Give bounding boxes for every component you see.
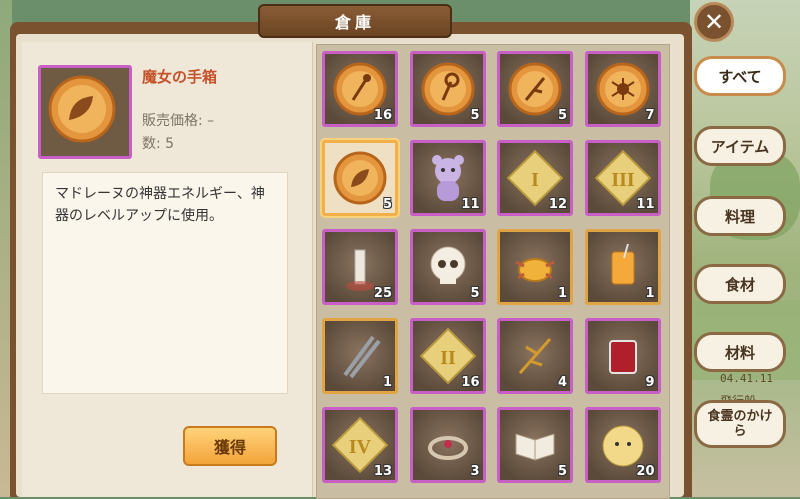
inventory-slot[interactable]: 5 bbox=[322, 140, 398, 216]
obtain-button[interactable]: 獲得 bbox=[183, 426, 277, 466]
inventory-grid[interactable]: 16 5 5 7 5 11 I 12 III 11 25 5 1 1 1 II 16 4 9 IV 13 3 5 20 bbox=[316, 44, 670, 499]
item-price: 販売価格: – bbox=[142, 113, 215, 129]
inventory-slot[interactable]: 5 bbox=[409, 51, 486, 127]
inventory-slot[interactable]: 5 bbox=[497, 407, 573, 483]
item-quantity: 9 bbox=[645, 375, 655, 390]
tab-4[interactable]: 材料 bbox=[694, 332, 786, 372]
item-quantity: 7 bbox=[645, 108, 655, 123]
item-description: マドレーヌの神器エネルギー、神器のレベルアップに使用。 bbox=[42, 172, 288, 394]
tab-2[interactable]: 料理 bbox=[694, 196, 786, 236]
close-button[interactable]: ✕ bbox=[694, 2, 734, 42]
inventory-slot[interactable]: IV 13 bbox=[322, 407, 398, 483]
item-count: 数: 5 bbox=[142, 136, 175, 152]
item-quantity: 13 bbox=[373, 464, 392, 479]
inventory-slot[interactable]: 5 bbox=[409, 229, 486, 305]
inventory-slot[interactable]: 11 bbox=[409, 140, 486, 216]
item-quantity: 1 bbox=[382, 375, 392, 390]
inventory-slot[interactable]: 1 bbox=[497, 229, 573, 305]
item-quantity: 5 bbox=[470, 108, 480, 123]
inventory-slot[interactable]: 3 bbox=[409, 407, 486, 483]
tab-0[interactable]: すべて bbox=[694, 56, 786, 96]
inventory-slot[interactable]: I 12 bbox=[497, 140, 573, 216]
inventory-slot[interactable]: 25 bbox=[322, 229, 398, 305]
inventory-slot[interactable]: 1 bbox=[584, 229, 661, 305]
item-quantity: 3 bbox=[470, 464, 480, 479]
selected-item-icon bbox=[38, 65, 132, 159]
svg-text:I: I bbox=[531, 169, 539, 191]
amber-orb-leaf-icon bbox=[48, 75, 116, 143]
inventory-slot[interactable]: 1 bbox=[322, 318, 398, 394]
item-quantity: 20 bbox=[636, 464, 655, 479]
svg-text:II: II bbox=[440, 347, 456, 369]
item-quantity: 4 bbox=[557, 375, 567, 390]
window-title: 倉庫 bbox=[258, 4, 452, 38]
inventory-slot[interactable]: II 16 bbox=[409, 318, 486, 394]
inventory-slot[interactable]: 20 bbox=[584, 407, 661, 483]
tab-3[interactable]: 食材 bbox=[694, 264, 786, 304]
inventory-slot[interactable]: III 11 bbox=[584, 140, 661, 216]
item-quantity: 16 bbox=[373, 108, 392, 123]
tab-5[interactable]: 食霊のかけら bbox=[694, 400, 786, 448]
item-quantity: 1 bbox=[645, 286, 655, 301]
item-quantity: 5 bbox=[470, 286, 480, 301]
item-quantity: 5 bbox=[382, 197, 392, 212]
inventory-slot[interactable]: 4 bbox=[497, 318, 573, 394]
item-quantity: 25 bbox=[373, 286, 392, 301]
item-quantity: 5 bbox=[557, 464, 567, 479]
inventory-slot[interactable]: 7 bbox=[584, 51, 661, 127]
map-timer-text: 04.41.11 bbox=[720, 372, 773, 385]
item-quantity: 11 bbox=[461, 197, 480, 212]
item-name: 魔女の手箱 bbox=[142, 68, 218, 86]
item-quantity: 16 bbox=[461, 375, 480, 390]
inventory-slot[interactable]: 9 bbox=[584, 318, 661, 394]
inventory-slot[interactable]: 16 bbox=[322, 51, 398, 127]
tab-1[interactable]: アイテム bbox=[694, 126, 786, 166]
svg-text:III: III bbox=[611, 169, 635, 191]
item-quantity: 1 bbox=[557, 286, 567, 301]
svg-text:IV: IV bbox=[349, 436, 372, 458]
item-quantity: 11 bbox=[636, 197, 655, 212]
item-quantity: 12 bbox=[548, 197, 567, 212]
inventory-slot[interactable]: 5 bbox=[497, 51, 573, 127]
item-quantity: 5 bbox=[557, 108, 567, 123]
